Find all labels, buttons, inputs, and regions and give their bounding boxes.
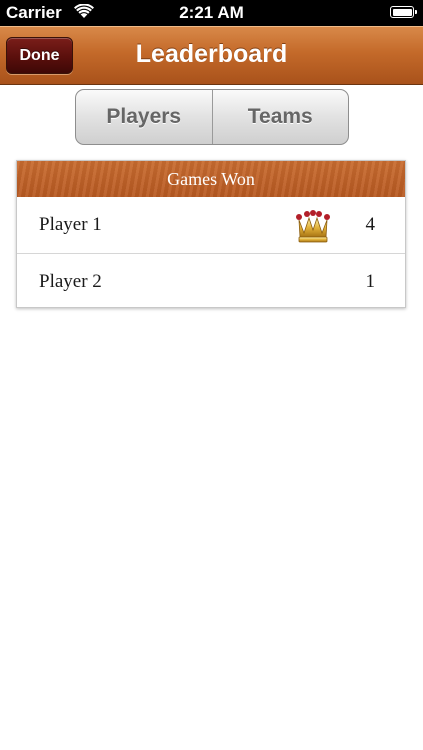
table-header: Games Won xyxy=(17,161,405,197)
crown-icon xyxy=(296,210,330,243)
table-row[interactable]: Player 2 1 xyxy=(17,253,405,309)
player-name: Player 1 xyxy=(39,214,102,235)
table-row[interactable]: Player 1 4 xyxy=(17,197,405,253)
battery-icon xyxy=(390,6,417,18)
players-teams-segmented-control: Players Teams xyxy=(75,89,349,145)
status-bar: Carrier 2:21 AM xyxy=(0,0,423,26)
games-won-count: 4 xyxy=(365,214,376,235)
navigation-bar: Done Leaderboard xyxy=(0,26,423,85)
leaderboard-table: Games Won Player 1 4 Player 2 1 xyxy=(16,160,406,308)
player-name: Player 2 xyxy=(39,271,102,292)
segment-players[interactable]: Players xyxy=(76,90,212,144)
clock: 2:21 AM xyxy=(179,3,244,22)
games-won-count: 1 xyxy=(365,271,376,292)
page-title: Leaderboard xyxy=(135,40,288,68)
segment-teams[interactable]: Teams xyxy=(211,90,349,144)
